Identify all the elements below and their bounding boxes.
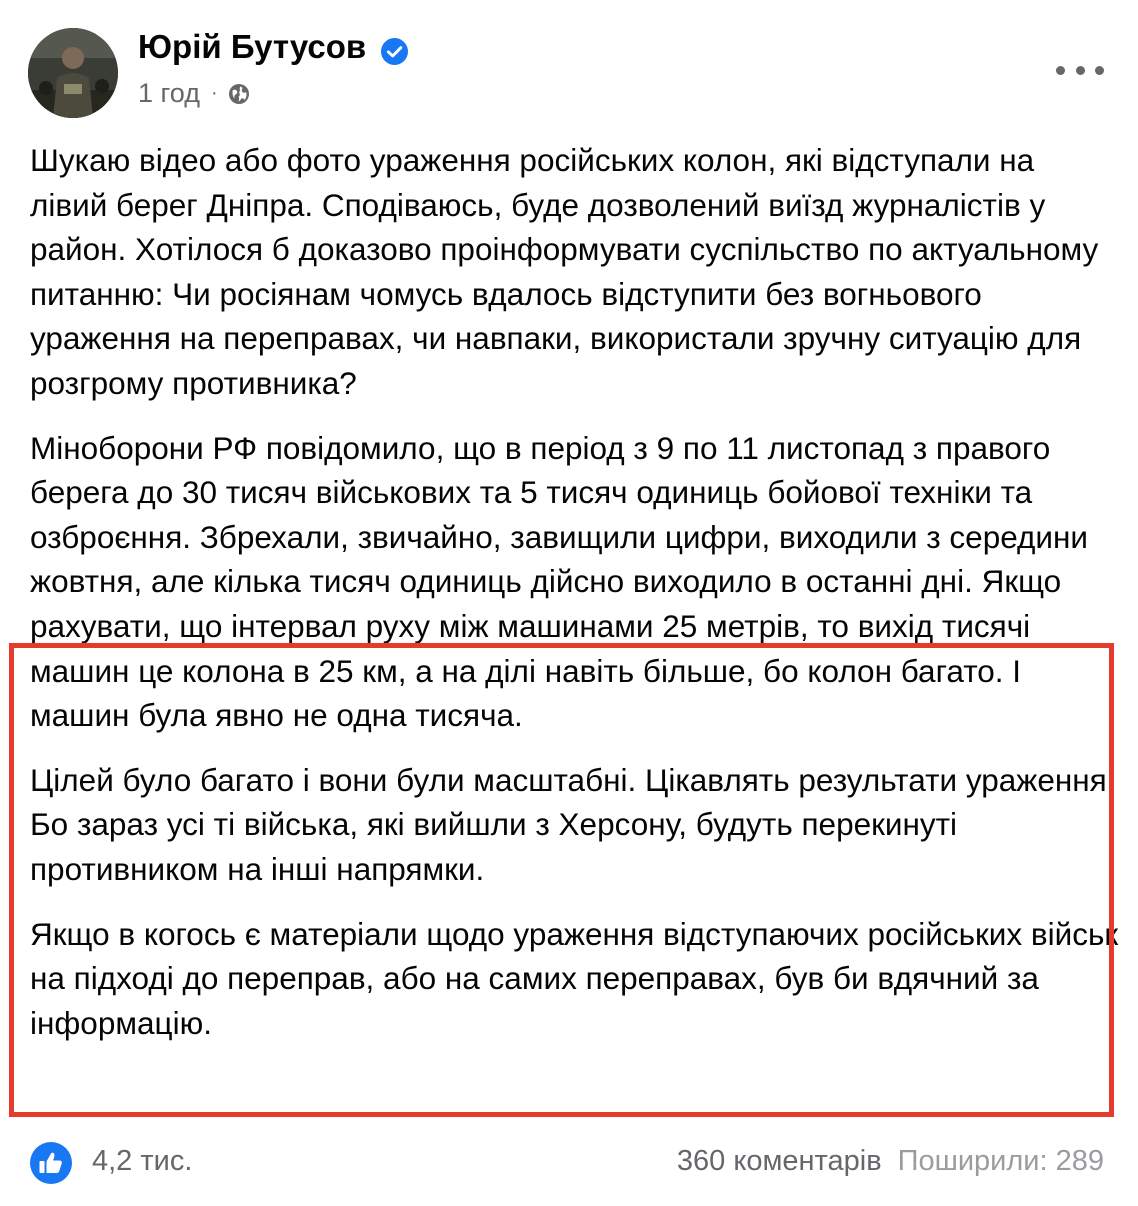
avatar-photo xyxy=(28,28,118,118)
post-footer: 4,2 тис. 360 коментарів Поширили: 289 xyxy=(30,1138,1110,1188)
comments-count[interactable]: 360 коментарів xyxy=(677,1145,882,1178)
author-name[interactable]: Юрій Бутусов xyxy=(138,28,366,66)
more-options-icon xyxy=(1056,65,1065,75)
engagement-stats: 360 коментарів Поширили: 289 xyxy=(677,1145,1104,1178)
post-header: Юрій Бутусов 1 год · xyxy=(28,26,1118,126)
post-body: Шукаю відео або фото ураження російських… xyxy=(30,138,1120,1065)
like-reaction-icon[interactable] xyxy=(30,1142,72,1184)
shares-count[interactable]: Поширили: 289 xyxy=(898,1145,1104,1178)
post-timestamp[interactable]: 1 год xyxy=(138,78,200,109)
more-options-icon xyxy=(1095,65,1104,75)
post-meta: 1 год · xyxy=(138,78,251,109)
post-paragraph: Міноборони РФ повідомило, що в період з … xyxy=(30,429,1089,734)
post-paragraph: Шукаю відео або фото ураження російських… xyxy=(30,142,1099,401)
more-options-icon xyxy=(1075,65,1085,75)
verified-badge-icon xyxy=(381,38,408,65)
reaction-count[interactable]: 4,2 тис. xyxy=(92,1145,192,1178)
author-avatar[interactable] xyxy=(28,28,118,118)
post-paragraph: Цілей було багато і вони були масштабні.… xyxy=(30,761,1116,887)
more-options-button[interactable] xyxy=(1056,56,1104,84)
meta-separator: · xyxy=(210,82,218,104)
globe-icon xyxy=(228,83,249,104)
post-paragraph: Якщо в когось є матеріали щодо ураження … xyxy=(30,915,1119,1041)
